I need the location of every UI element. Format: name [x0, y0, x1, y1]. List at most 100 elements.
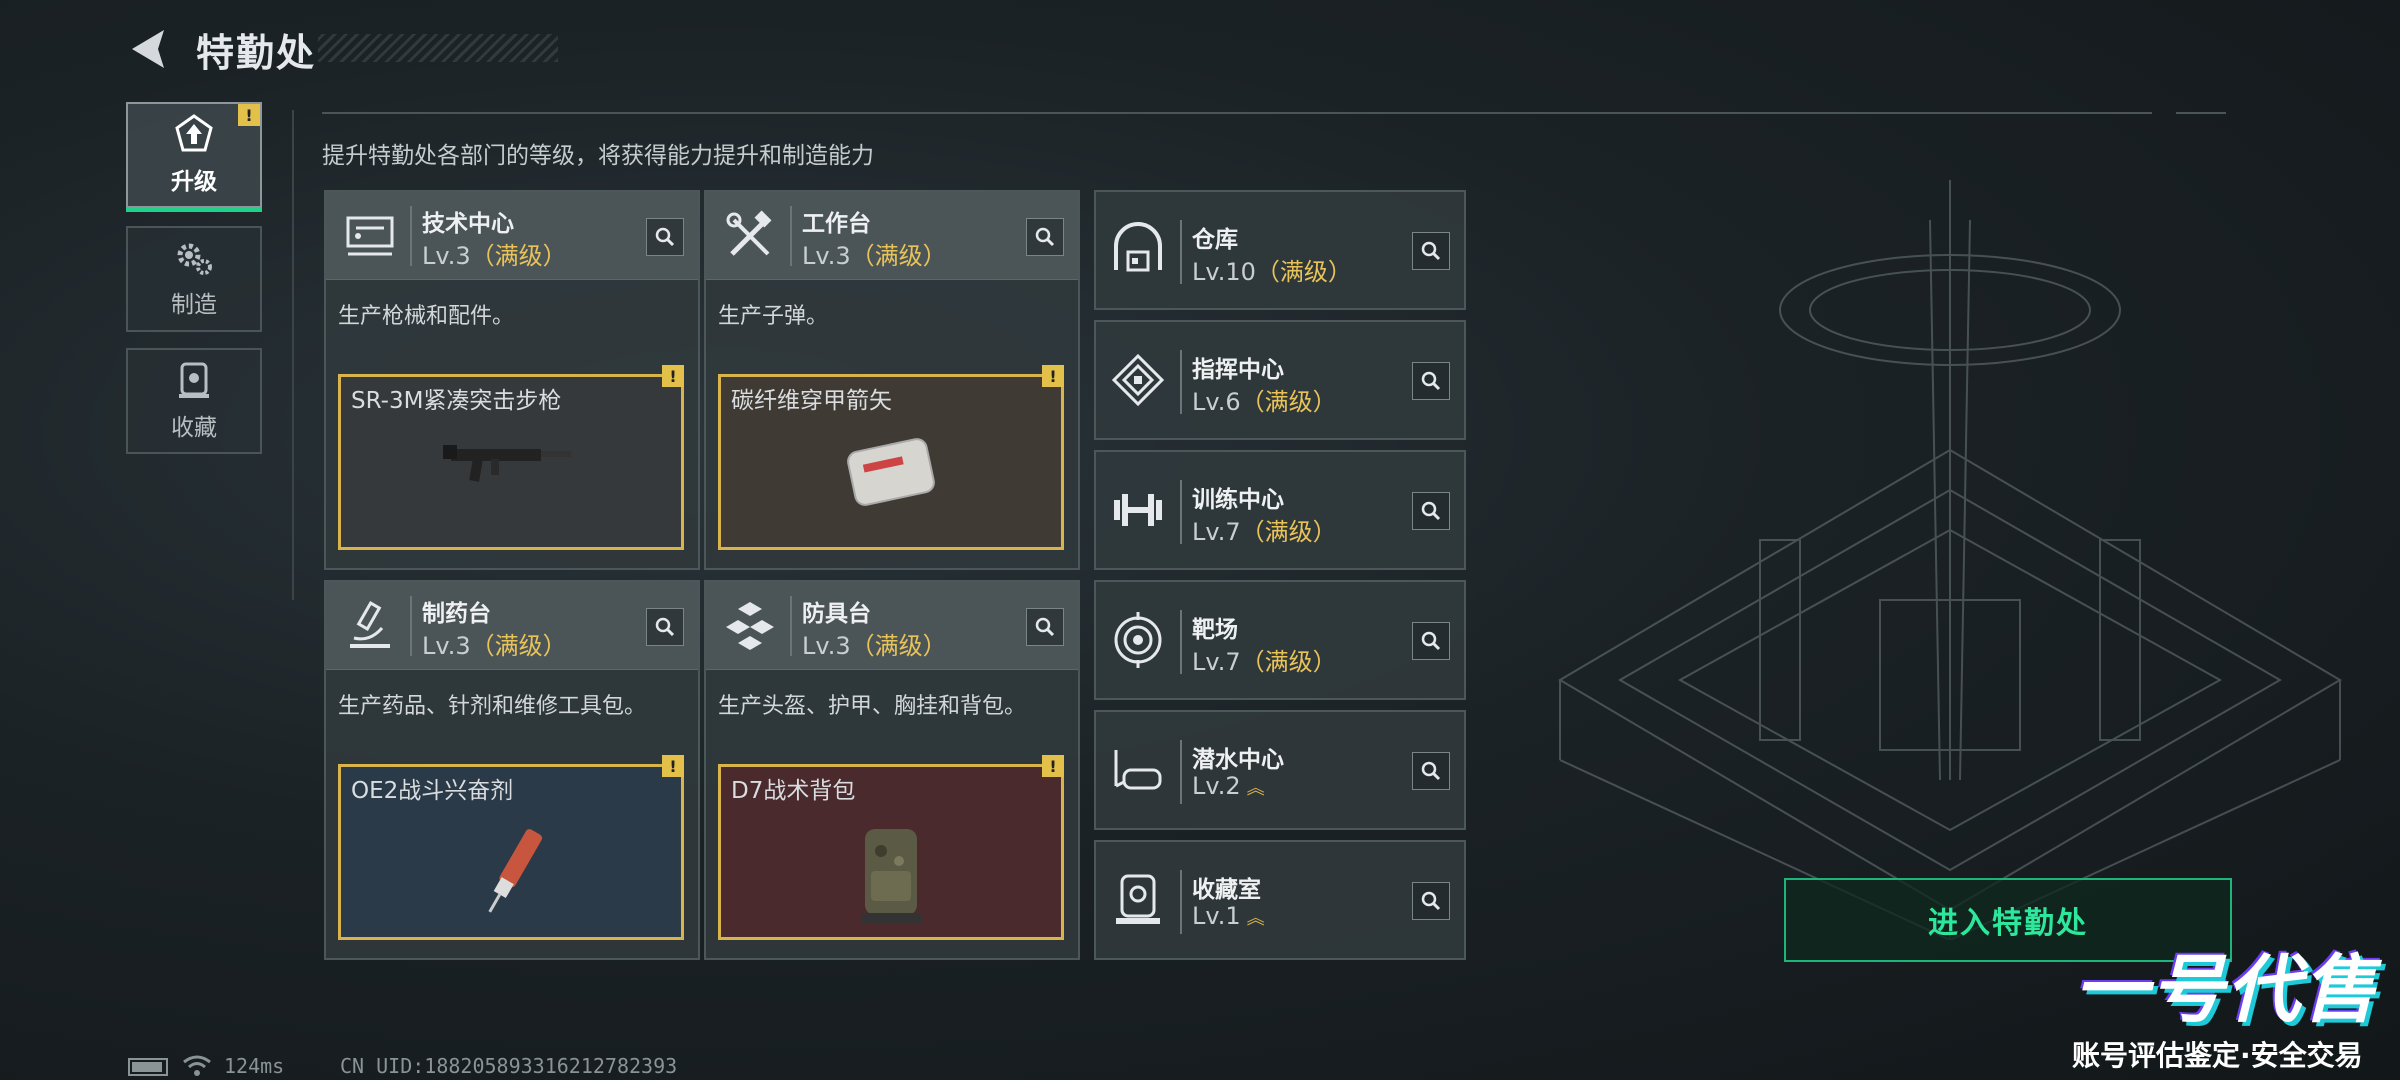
product-name: SR-3M紧凑突击步枪: [351, 388, 562, 414]
department-name: 技术中心: [422, 211, 514, 237]
tab-upgrade[interactable]: 升级 !: [126, 102, 262, 212]
department-row-command-center[interactable]: 指挥中心 Lv.6（满级）: [1094, 320, 1466, 440]
tech-center-icon: [346, 216, 394, 256]
department-row-shooting-range[interactable]: 靶场 Lv.7（满级）: [1094, 580, 1466, 700]
tab-alert-badge: !: [238, 104, 260, 126]
department-row-warehouse[interactable]: 仓库 Lv.10（满级）: [1094, 190, 1466, 310]
separator: [790, 596, 792, 656]
department-row-diving-center[interactable]: 潜水中心 Lv.2 ︽: [1094, 710, 1466, 830]
department-card-tech-center[interactable]: 技术中心 Lv.3（满级） 生产枪械和配件。 SR-3M紧凑突击步枪 !: [324, 190, 700, 570]
watermark-logo: 一号代售: [2074, 947, 2378, 1033]
product-alert-badge: !: [1042, 365, 1064, 387]
level-value: Lv.7: [1192, 648, 1241, 676]
department-name: 工作台: [802, 211, 871, 237]
department-name: 制药台: [422, 601, 491, 627]
tab-collection[interactable]: 收藏: [126, 348, 262, 454]
production-slot[interactable]: D7战术背包 !: [718, 755, 1064, 940]
max-level-tag: （满级）: [470, 242, 567, 270]
department-name: 训练中心: [1192, 487, 1284, 513]
department-level: Lv.7（满级）: [1192, 642, 1337, 677]
department-row-training-center[interactable]: 训练中心 Lv.7（满级）: [1094, 450, 1466, 570]
department-level: Lv.1 ︽: [1192, 902, 1265, 930]
department-name: 仓库: [1192, 227, 1238, 253]
inspect-button[interactable]: [1412, 622, 1450, 660]
inspect-button[interactable]: [1026, 608, 1064, 646]
production-slot[interactable]: OE2战斗兴奋剂 !: [338, 755, 684, 940]
department-card-workbench[interactable]: 工作台 Lv.3（满级） 生产子弹。 碳纤维穿甲箭矢 !: [704, 190, 1080, 570]
card-header: 工作台 Lv.3（满级）: [706, 192, 1078, 280]
card-header: 制药台 Lv.3（满级）: [326, 582, 698, 670]
max-level-tag: （满级）: [850, 632, 947, 660]
level-value: Lv.3: [802, 242, 851, 270]
back-arrow-icon[interactable]: [124, 26, 170, 72]
inspect-button[interactable]: [1412, 232, 1450, 270]
divider: [2176, 112, 2226, 114]
tab-upgrade-label: 升级: [171, 169, 217, 195]
search-icon: [1035, 227, 1055, 247]
inspect-button[interactable]: [646, 218, 684, 256]
inspect-button[interactable]: [1026, 218, 1064, 256]
search-icon: [1421, 501, 1441, 521]
department-row-collection-room[interactable]: 收藏室 Lv.1 ︽: [1094, 840, 1466, 960]
product-name: 碳纤维穿甲箭矢: [731, 388, 892, 414]
level-value: Lv.2: [1192, 772, 1241, 800]
separator: [790, 206, 792, 266]
search-icon: [655, 227, 675, 247]
backpack-image: [861, 829, 921, 923]
level-value: Lv.7: [1192, 518, 1241, 546]
section-description: 提升特勤处各部门的等级，将获得能力提升和制造能力: [322, 143, 874, 169]
search-icon: [1421, 891, 1441, 911]
level-value: Lv.10: [1192, 258, 1256, 286]
department-name: 指挥中心: [1192, 357, 1284, 383]
max-level-tag: （满级）: [1240, 518, 1337, 546]
warehouse-icon: [1114, 222, 1162, 272]
production-slot[interactable]: SR-3M紧凑突击步枪 !: [338, 365, 684, 550]
page-title: 特勤处: [196, 31, 317, 75]
max-level-tag: （满级）: [850, 242, 947, 270]
max-level-tag: （满级）: [1240, 388, 1337, 416]
department-card-pharmacy[interactable]: 制药台 Lv.3（满级） 生产药品、针剂和维修工具包。 OE2战斗兴奋剂 !: [324, 580, 700, 960]
department-description: 生产子弹。: [718, 304, 829, 329]
ammo-box-image: [847, 438, 935, 506]
tab-craft-label: 制造: [171, 292, 217, 318]
department-description: 生产头盔、护甲、胸挂和背包。: [718, 694, 1027, 719]
battery-icon: [128, 1058, 168, 1076]
ping-readout: 124ms: [224, 1054, 285, 1078]
department-level: Lv.3（满级）: [422, 236, 567, 271]
inspect-button[interactable]: [646, 608, 684, 646]
card-header: 技术中心 Lv.3（满级）: [326, 192, 698, 280]
divider: [292, 110, 294, 600]
armor-bench-icon: [726, 602, 774, 650]
gears-icon: [177, 243, 212, 275]
level-value: Lv.3: [422, 242, 471, 270]
department-description: 生产枪械和配件。: [338, 304, 515, 329]
separator: [410, 206, 412, 266]
diving-mask-icon: [1114, 750, 1162, 790]
level-value: Lv.1: [1192, 902, 1241, 930]
command-center-icon: [1111, 353, 1165, 407]
department-name: 收藏室: [1192, 877, 1261, 903]
title-decoration: [318, 34, 558, 62]
level-value: Lv.6: [1192, 388, 1241, 416]
inspect-button[interactable]: [1412, 362, 1450, 400]
inspect-button[interactable]: [1412, 882, 1450, 920]
tab-craft[interactable]: 制造: [126, 226, 262, 332]
inspect-button[interactable]: [1412, 492, 1450, 530]
upgradeable-chevron-icon: ︽: [1246, 778, 1265, 799]
search-icon: [1421, 631, 1441, 651]
product-name: D7战术背包: [731, 778, 856, 804]
special-ops-building-illustration: [1558, 180, 2342, 940]
search-icon: [1421, 241, 1441, 261]
user-uid: CN UID:18820589331621278239​3: [340, 1054, 678, 1078]
product-name: OE2战斗兴奋剂: [351, 778, 514, 804]
department-level: Lv.10（满级）: [1192, 252, 1352, 287]
department-description: 生产药品、针剂和维修工具包。: [338, 694, 647, 719]
separator: [410, 596, 412, 656]
wifi-icon: [183, 1055, 211, 1076]
inspect-button[interactable]: [1412, 752, 1450, 790]
max-level-tag: （满级）: [1255, 258, 1352, 286]
dumbbell-icon: [1114, 494, 1162, 526]
department-card-armor-bench[interactable]: 防具台 Lv.3（满级） 生产头盔、护甲、胸挂和背包。 D7战术背包 !: [704, 580, 1080, 960]
production-slot[interactable]: 碳纤维穿甲箭矢 !: [718, 365, 1064, 550]
search-icon: [655, 617, 675, 637]
